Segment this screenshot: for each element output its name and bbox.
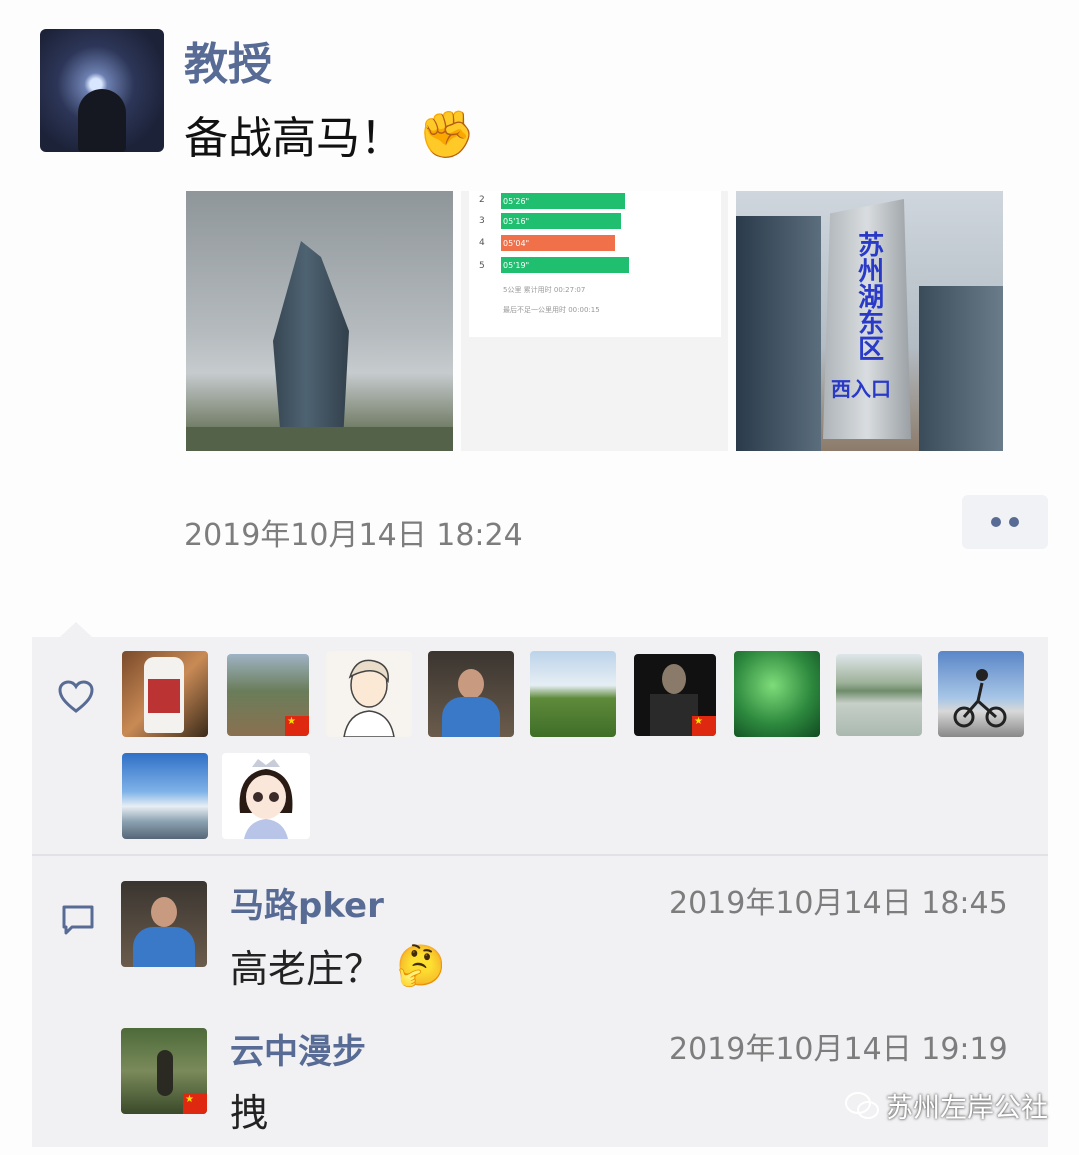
- tower-shape: [273, 241, 349, 441]
- like-avatar-sky-pier[interactable]: [122, 753, 208, 839]
- stats-bar-value: 05'04": [503, 239, 530, 248]
- cyclist-drawing: [953, 669, 1007, 728]
- fist-emoji-icon: ✊: [418, 107, 476, 161]
- skyscraper-photo[interactable]: [186, 191, 453, 451]
- district-sign-photo[interactable]: 苏州湖东区 西入口: [736, 191, 1003, 451]
- like-avatar-lake-trees[interactable]: [836, 654, 922, 736]
- comment-text-content: 拽: [230, 1091, 269, 1135]
- avatar-figure: [78, 89, 126, 152]
- shirt-shape: [442, 697, 500, 737]
- sign-bottom-text: 西入口: [831, 377, 891, 401]
- cartoon-boy-drawing: [343, 659, 395, 737]
- stats-row-number: 4: [479, 238, 485, 248]
- post-timestamp: 2019年10月14日 18:24: [184, 518, 523, 553]
- comment-text: 拽: [230, 1082, 268, 1137]
- china-flag-icon: ★: [285, 716, 309, 736]
- stats-bar-value: 05'19": [503, 261, 530, 270]
- china-flag-icon: ★: [692, 716, 716, 736]
- like-avatar-man-blue-shirt[interactable]: [428, 651, 514, 737]
- dot-icon: [1009, 517, 1019, 527]
- cartoon-girl-drawing: [239, 759, 293, 839]
- comment-author-name[interactable]: 云中漫步: [230, 1024, 366, 1073]
- person-shape: [157, 1050, 173, 1096]
- building-right: [919, 286, 1003, 451]
- building-left: [736, 216, 821, 451]
- post-text: 备战高马！ ✊: [184, 102, 475, 166]
- stats-row-number: 2: [479, 195, 485, 205]
- comment-text-content: 高老庄？: [230, 947, 383, 991]
- jacket-shape: [650, 694, 698, 736]
- running-stats-screenshot[interactable]: 2 05'26" 3 05'16" 4 05'04" 5 05'19" 5公里 …: [461, 191, 728, 451]
- comment-time: 2019年10月14日 18:45: [669, 886, 1008, 921]
- stats-row-number: 5: [479, 261, 485, 271]
- sign-text: 苏州湖东区: [853, 231, 884, 361]
- comment-avatar[interactable]: [121, 881, 207, 967]
- thinking-emoji-icon: 🤔: [396, 943, 446, 989]
- like-avatar-cartoon-boy[interactable]: [326, 651, 412, 737]
- stats-bar-value: 05'16": [503, 217, 530, 226]
- stats-note: 最后不足一公里用时 00:00:15: [503, 306, 600, 314]
- post-text-content: 备战高马！: [184, 113, 404, 164]
- author-avatar[interactable]: [40, 29, 164, 152]
- stats-row-number: 3: [479, 216, 485, 226]
- like-avatar-cyclist[interactable]: [938, 651, 1024, 737]
- like-avatar-man-dark[interactable]: ★: [634, 654, 716, 736]
- comment-icon: [62, 905, 94, 935]
- like-avatar-liquor-bottle[interactable]: [122, 651, 208, 737]
- like-avatar-field-landscape[interactable]: [530, 651, 616, 737]
- watermark-text: 苏州左岸公社: [886, 1093, 1048, 1124]
- stats-bar-value: 05'26": [503, 197, 530, 206]
- watermark: 苏州左岸公社: [844, 1086, 1048, 1125]
- like-avatar-cartoon-girl[interactable]: [222, 753, 310, 839]
- comment-time: 2019年10月14日 19:19: [669, 1032, 1008, 1067]
- stats-note: 5公里 累计用时 00:27:07: [503, 286, 586, 294]
- author-name[interactable]: 教授: [184, 28, 272, 92]
- dot-icon: [991, 517, 1001, 527]
- like-avatar-green-clover[interactable]: [734, 651, 820, 737]
- comment-text: 高老庄？ 🤔: [230, 938, 446, 993]
- comment-author-name[interactable]: 马路pker: [230, 878, 384, 927]
- like-avatar-city-aerial[interactable]: ★: [227, 654, 309, 736]
- more-options-button[interactable]: [962, 495, 1048, 549]
- wechat-icon: [845, 1091, 879, 1119]
- comment-avatar[interactable]: ★: [121, 1028, 207, 1114]
- heart-icon: [58, 680, 94, 713]
- face-shape: [458, 669, 484, 699]
- ground-shape: [186, 427, 453, 451]
- face-shape: [662, 664, 686, 694]
- panel-caret: [60, 622, 92, 637]
- china-flag-icon: ★: [183, 1094, 207, 1114]
- shirt-shape: [133, 927, 195, 967]
- bottle-label: [148, 679, 180, 713]
- face-shape: [151, 897, 177, 927]
